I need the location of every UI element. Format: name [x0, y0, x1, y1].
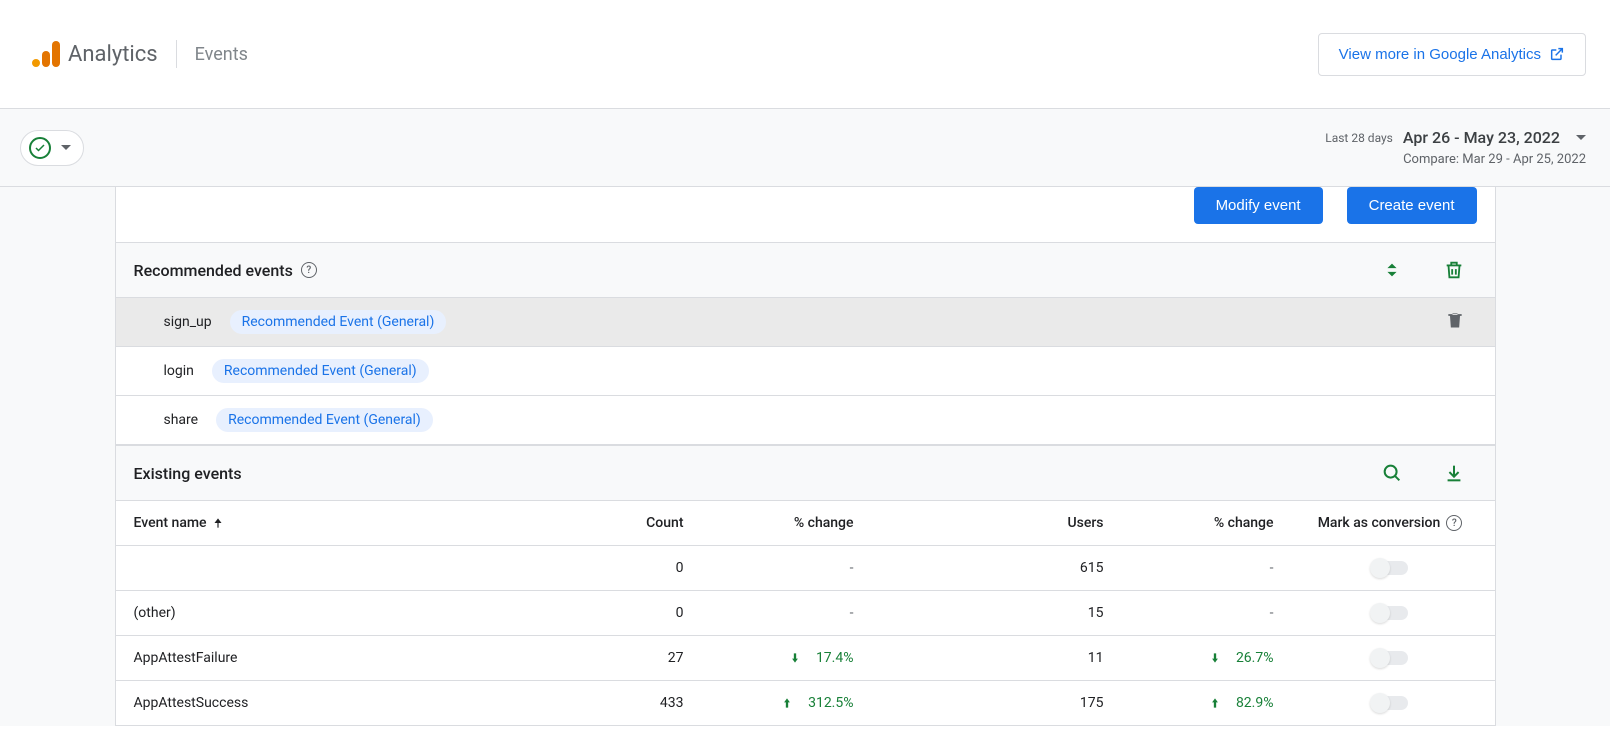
sort-asc-icon [211, 516, 225, 530]
table-row[interactable]: 0 - 615 - [115, 546, 1496, 591]
cell-event-name: AppAttestSuccess [134, 695, 544, 711]
table-row[interactable]: AppAttestSuccess 433 312.5% 175 82.9% [115, 681, 1496, 726]
cell-event-name: (other) [134, 605, 544, 621]
arrow-down-icon [788, 651, 802, 665]
cell-change-1: 312.5% [684, 695, 884, 711]
recommended-event-name: share [164, 412, 199, 428]
view-more-label: View more in Google Analytics [1339, 46, 1541, 63]
top-bar: Analytics Events View more in Google Ana… [0, 0, 1610, 109]
date-range-text: Apr 26 - May 23, 2022 [1403, 126, 1560, 150]
event-actions-row: Modify event Create event [115, 187, 1496, 242]
cell-change-2: 26.7% [1104, 650, 1304, 666]
conversion-toggle[interactable] [1372, 561, 1408, 575]
analytics-logo-icon [32, 41, 60, 67]
cell-change-2: - [1104, 605, 1304, 621]
cell-users: 615 [884, 560, 1104, 576]
conversion-toggle[interactable] [1372, 651, 1408, 665]
conversion-toggle[interactable] [1372, 606, 1408, 620]
col-count[interactable]: Count [544, 515, 684, 531]
cell-change-1: 17.4% [684, 650, 884, 666]
cell-users: 175 [884, 695, 1104, 711]
recommended-event-row[interactable]: sign_up Recommended Event (General) [115, 298, 1496, 347]
product-name: Analytics [68, 42, 158, 67]
arrow-down-icon [1208, 651, 1222, 665]
cell-count: 433 [544, 695, 684, 711]
cell-conversion-toggle [1304, 696, 1477, 710]
cell-count: 27 [544, 650, 684, 666]
search-button[interactable] [1381, 462, 1403, 484]
cell-conversion-toggle [1304, 561, 1477, 575]
check-circle-icon [29, 137, 51, 159]
existing-title: Existing events [134, 464, 242, 483]
cell-change-2: 82.9% [1104, 695, 1304, 711]
table-header-row: Event name Count % change Users % change… [115, 501, 1496, 546]
recommended-event-name: sign_up [164, 314, 212, 330]
col-mark-conversion: Mark as conversion ? [1304, 515, 1477, 531]
cell-users: 11 [884, 650, 1104, 666]
recommended-event-row[interactable]: login Recommended Event (General) [115, 347, 1496, 396]
chevron-down-icon [1576, 135, 1586, 140]
recommended-chip[interactable]: Recommended Event (General) [212, 359, 429, 383]
cell-change-2: - [1104, 560, 1304, 576]
col-users[interactable]: Users [884, 515, 1104, 531]
table-row[interactable]: (other) 0 - 15 - [115, 591, 1496, 636]
date-range-picker[interactable]: Last 28 days Apr 26 - May 23, 2022 Compa… [1325, 126, 1586, 170]
cell-conversion-toggle [1304, 606, 1477, 620]
date-compare-text: Compare: Mar 29 - Apr 25, 2022 [1325, 150, 1586, 170]
divider [176, 40, 177, 68]
recommended-event-name: login [164, 363, 194, 379]
chevron-down-icon [61, 145, 71, 150]
recommended-chip[interactable]: Recommended Event (General) [216, 408, 433, 432]
existing-events-header: Existing events [115, 445, 1496, 501]
col-change-2[interactable]: % change [1104, 515, 1304, 531]
recommended-event-row[interactable]: share Recommended Event (General) [115, 396, 1496, 445]
modify-event-button[interactable]: Modify event [1194, 187, 1323, 224]
delete-all-button[interactable] [1443, 259, 1465, 281]
cell-conversion-toggle [1304, 651, 1477, 665]
view-more-button[interactable]: View more in Google Analytics [1318, 33, 1586, 76]
help-icon[interactable]: ? [1446, 515, 1462, 531]
page-title: Events [195, 44, 248, 65]
expand-collapse-button[interactable] [1381, 259, 1403, 281]
conversion-toggle[interactable] [1372, 696, 1408, 710]
recommended-chip[interactable]: Recommended Event (General) [230, 310, 447, 334]
delete-icon[interactable] [1445, 310, 1465, 334]
cell-users: 15 [884, 605, 1104, 621]
cell-change-1: - [684, 560, 884, 576]
table-row[interactable]: AppAttestFailure 27 17.4% 11 26.7% [115, 636, 1496, 681]
cell-change-1: - [684, 605, 884, 621]
cell-event-name: AppAttestFailure [134, 650, 544, 666]
create-event-button[interactable]: Create event [1347, 187, 1477, 224]
col-change-1[interactable]: % change [684, 515, 884, 531]
arrow-up-icon [1208, 696, 1222, 710]
status-filter-pill[interactable] [20, 130, 84, 166]
download-button[interactable] [1443, 462, 1465, 484]
date-period-label: Last 28 days [1325, 129, 1393, 147]
recommended-title: Recommended events [134, 261, 293, 280]
external-link-icon [1549, 46, 1565, 62]
cell-count: 0 [544, 560, 684, 576]
top-bar-left: Analytics Events [32, 40, 248, 68]
filter-bar: Last 28 days Apr 26 - May 23, 2022 Compa… [0, 109, 1610, 187]
cell-count: 0 [544, 605, 684, 621]
recommended-events-header: Recommended events ? [115, 242, 1496, 298]
col-event-name[interactable]: Event name [134, 515, 544, 531]
analytics-logo[interactable]: Analytics [32, 41, 158, 67]
arrow-up-icon [780, 696, 794, 710]
help-icon[interactable]: ? [301, 262, 317, 278]
